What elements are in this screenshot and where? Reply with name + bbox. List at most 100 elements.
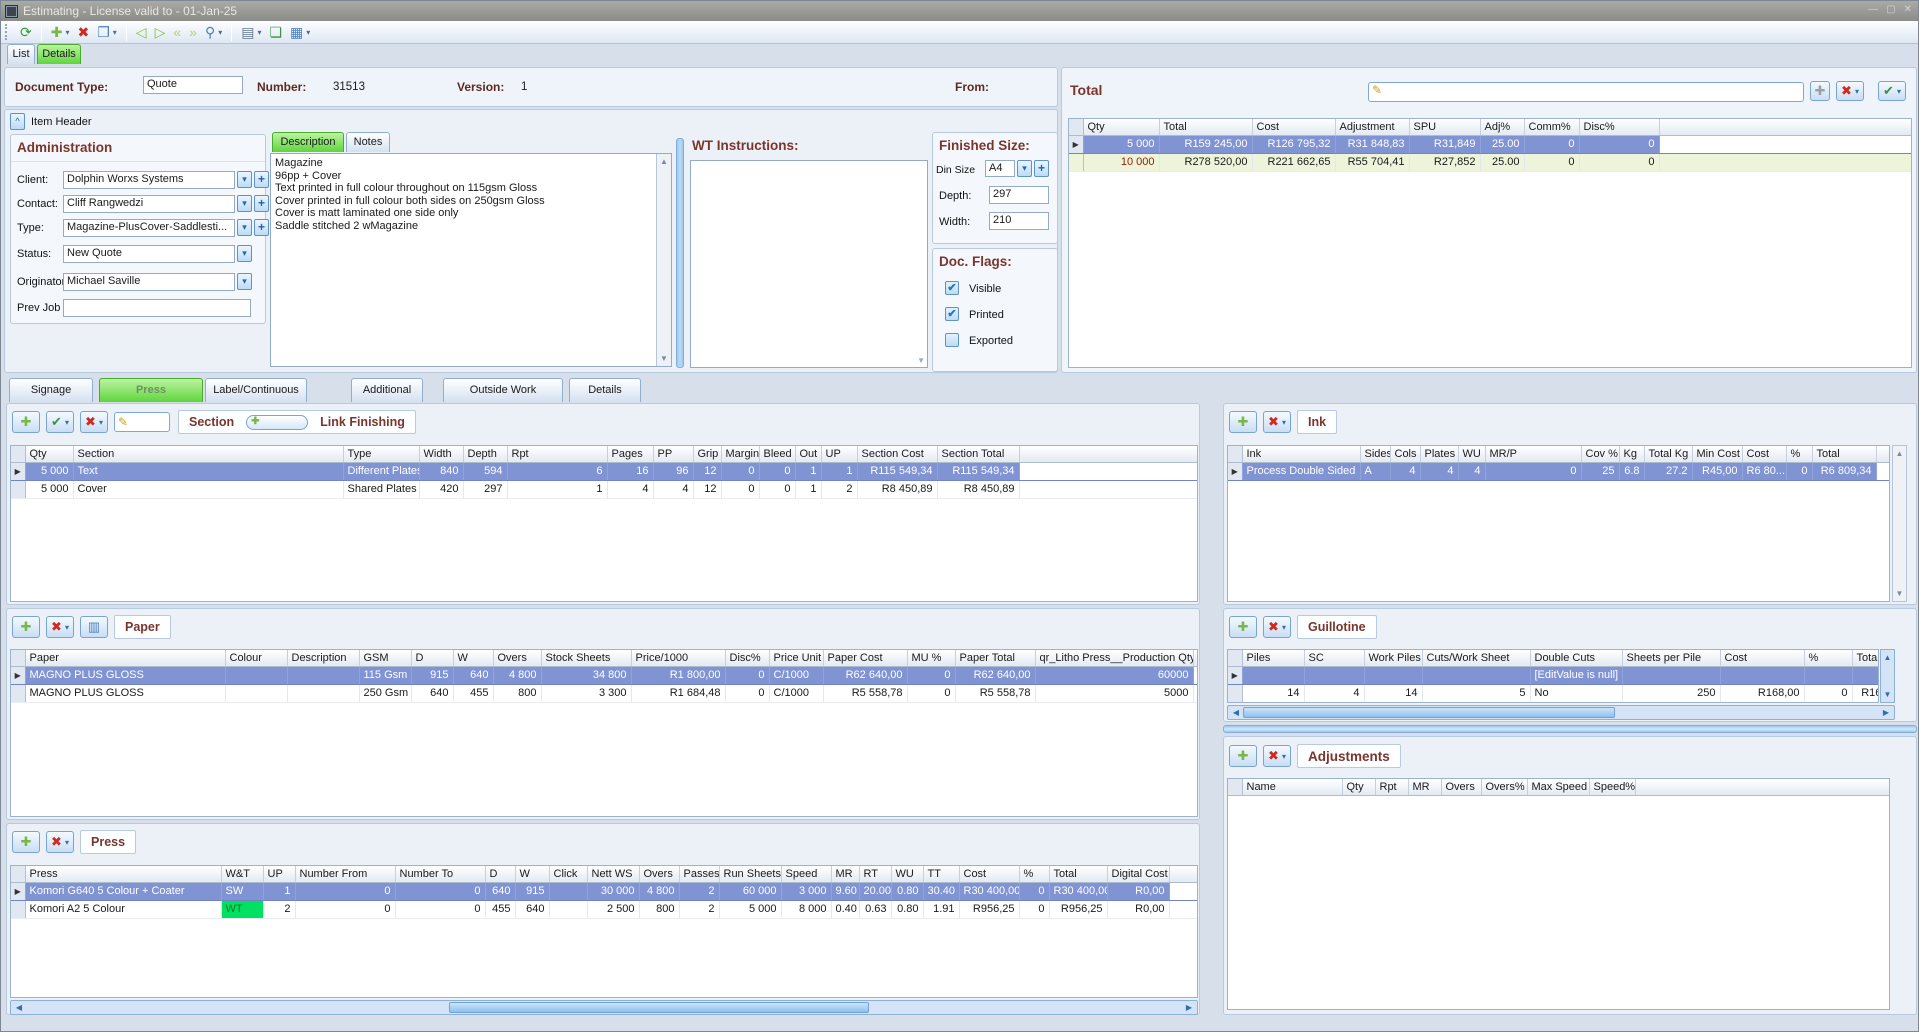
grid-cell[interactable] — [1304, 666, 1364, 684]
grid-cell[interactable]: 14 — [1364, 684, 1422, 702]
grid-cell[interactable]: R31,849 — [1409, 135, 1480, 153]
section-edit-input[interactable]: ✎ — [114, 412, 170, 432]
grid-cell[interactable]: 640 — [485, 882, 515, 900]
grid-cell[interactable]: 594 — [463, 462, 507, 480]
adjustments-add-button[interactable]: ✚ — [1229, 745, 1257, 767]
grid-cell[interactable]: 2 — [679, 900, 719, 918]
ink-add-button[interactable]: ✚ — [1229, 411, 1257, 433]
grid-cell[interactable]: 0 — [1019, 882, 1049, 900]
nav-previous-button[interactable]: ◁ — [132, 22, 151, 42]
grid-cell[interactable]: R30 400,00 — [959, 882, 1019, 900]
total-confirm-button[interactable]: ✔▾ — [1878, 81, 1906, 101]
chevron-down-icon[interactable]: ▾ — [65, 28, 69, 37]
grid-cell[interactable]: 0 — [759, 462, 795, 480]
description-scrollbar[interactable]: ▲ ▼ — [656, 154, 671, 366]
grid-cell[interactable]: 4 — [1420, 462, 1458, 480]
section-grid[interactable]: QtySectionTypeWidthDepthRptPagesPPGripMa… — [10, 445, 1198, 602]
grid-cell[interactable] — [1852, 666, 1879, 684]
grid-cell[interactable]: Cover — [73, 480, 343, 498]
column-header-d[interactable]: D — [485, 866, 515, 882]
flag-exported[interactable]: Exported — [933, 333, 1057, 349]
grid-cell[interactable]: 4 — [653, 480, 693, 498]
grid-cell[interactable]: 5 000 — [719, 900, 781, 918]
grid-cell[interactable]: 0.40 — [831, 900, 859, 918]
visible-checkbox[interactable] — [945, 281, 959, 295]
grid-cell[interactable]: R55 704,41 — [1335, 153, 1409, 171]
column-header-overs[interactable]: Overs — [493, 650, 541, 666]
grid-cell[interactable]: R27,852 — [1409, 153, 1480, 171]
column-header-cols[interactable]: Cols — [1390, 446, 1420, 462]
grid-cell[interactable]: R62 640,00 — [955, 666, 1035, 684]
maximize-button[interactable]: ▢ — [1886, 4, 1895, 15]
grid-cell[interactable]: 0 — [1579, 135, 1659, 153]
column-header-pp[interactable]: PP — [653, 446, 693, 462]
description-wt-splitter[interactable] — [676, 138, 684, 368]
client-input[interactable]: Dolphin Worxs Systems — [63, 171, 235, 189]
grid-cell[interactable]: 10 000 — [1083, 153, 1159, 171]
grid-cell[interactable]: 27.2 — [1644, 462, 1692, 480]
grid-cell[interactable]: 60 000 — [719, 882, 781, 900]
nav-first-button[interactable]: « — [169, 22, 185, 42]
grid-cell[interactable]: 1 — [821, 462, 857, 480]
grid-cell[interactable]: 0 — [295, 900, 395, 918]
grid-cell[interactable]: 455 — [453, 684, 493, 702]
grid-cell[interactable] — [225, 666, 287, 684]
column-header-cost[interactable]: Cost — [1252, 119, 1335, 135]
table-row[interactable]: ▶Process Double SidedA4440256.827.2R45,0… — [1228, 462, 1889, 480]
grid-cell[interactable]: Shared Plates — [343, 480, 419, 498]
grid-cell[interactable]: 96 — [653, 462, 693, 480]
column-header-stock-sheets[interactable]: Stock Sheets — [541, 650, 631, 666]
din-size-dropdown-button[interactable]: ▾ — [1017, 160, 1032, 177]
guillotine-grid[interactable]: PilesSCWork PilesCuts/Work SheetDouble C… — [1227, 649, 1879, 703]
grid-cell[interactable]: R0,00 — [1107, 900, 1169, 918]
section-add-button[interactable]: ✚ — [12, 411, 40, 433]
grid-cell[interactable]: R956,25 — [959, 900, 1019, 918]
grid-cell[interactable]: 3 300 — [541, 684, 631, 702]
column-header-width[interactable]: Width — [419, 446, 463, 462]
grid-cell[interactable]: 4 — [1390, 462, 1420, 480]
grid-cell[interactable]: [EditValue is null] — [1530, 666, 1622, 684]
scroll-left-icon[interactable]: ◀ — [12, 1001, 26, 1014]
grid-cell[interactable]: MAGNO PLUS GLOSS — [25, 684, 225, 702]
column-header-disc-[interactable]: Disc% — [1579, 119, 1659, 135]
column-header-w[interactable]: W — [515, 866, 549, 882]
column-header-comm-[interactable]: Comm% — [1524, 119, 1579, 135]
grid-cell[interactable]: R115 549,34 — [937, 462, 1019, 480]
total-edit-input[interactable]: ✎ — [1368, 82, 1804, 102]
column-header-cost[interactable]: Cost — [1720, 650, 1804, 666]
column-header-depth[interactable]: Depth — [463, 446, 507, 462]
grid-cell[interactable]: 4 800 — [493, 666, 541, 684]
table-row[interactable]: 5 000CoverShared Plates420297144120012R8… — [11, 480, 1197, 498]
grid-cell[interactable]: 5000 — [1035, 684, 1193, 702]
column-header-total[interactable]: Total — [1852, 650, 1879, 666]
grid-cell[interactable]: 4 — [607, 480, 653, 498]
grid-cell[interactable]: 12 — [693, 480, 721, 498]
grid-cell[interactable]: 0 — [1524, 153, 1579, 171]
column-header-number-from[interactable]: Number From — [295, 866, 395, 882]
grid-cell[interactable] — [1364, 666, 1422, 684]
column-header-total[interactable]: Total — [1159, 119, 1252, 135]
grid-cell[interactable]: 1 — [795, 462, 821, 480]
paper-delete-button[interactable]: ✖▾ — [46, 616, 74, 638]
add-button[interactable]: ✚▾ — [47, 22, 74, 42]
grid-cell[interactable]: R221 662,65 — [1252, 153, 1335, 171]
grid-cell[interactable]: R126 795,32 — [1252, 135, 1335, 153]
grid-cell[interactable]: 9.60 — [831, 882, 859, 900]
column-header-qty[interactable]: Qty — [1342, 779, 1375, 795]
total-add-button[interactable]: ✚ — [1810, 81, 1830, 101]
grid-cell[interactable]: 8 000 — [781, 900, 831, 918]
column-header-mr[interactable]: MR — [831, 866, 859, 882]
grid-cell[interactable]: Komori A2 5 Colour — [25, 900, 221, 918]
column-header-sc[interactable]: SC — [1304, 650, 1364, 666]
grid-cell[interactable]: C/1000 — [769, 666, 823, 684]
column-header-max-speed[interactable]: Max Speed — [1527, 779, 1589, 795]
grid-cell[interactable]: 60000 — [1035, 666, 1193, 684]
column-header-digital-cost[interactable]: Digital Cost — [1107, 866, 1169, 882]
column-header-paper-cost[interactable]: Paper Cost — [823, 650, 907, 666]
nav-last-button[interactable]: » — [185, 22, 201, 42]
grid-cell[interactable]: 0 — [1485, 462, 1581, 480]
column-header-double-cuts[interactable]: Double Cuts — [1530, 650, 1622, 666]
grid-cell[interactable]: 0 — [395, 900, 485, 918]
ink-delete-button[interactable]: ✖▾ — [1263, 411, 1291, 433]
scrollbar-thumb[interactable] — [449, 1002, 869, 1013]
